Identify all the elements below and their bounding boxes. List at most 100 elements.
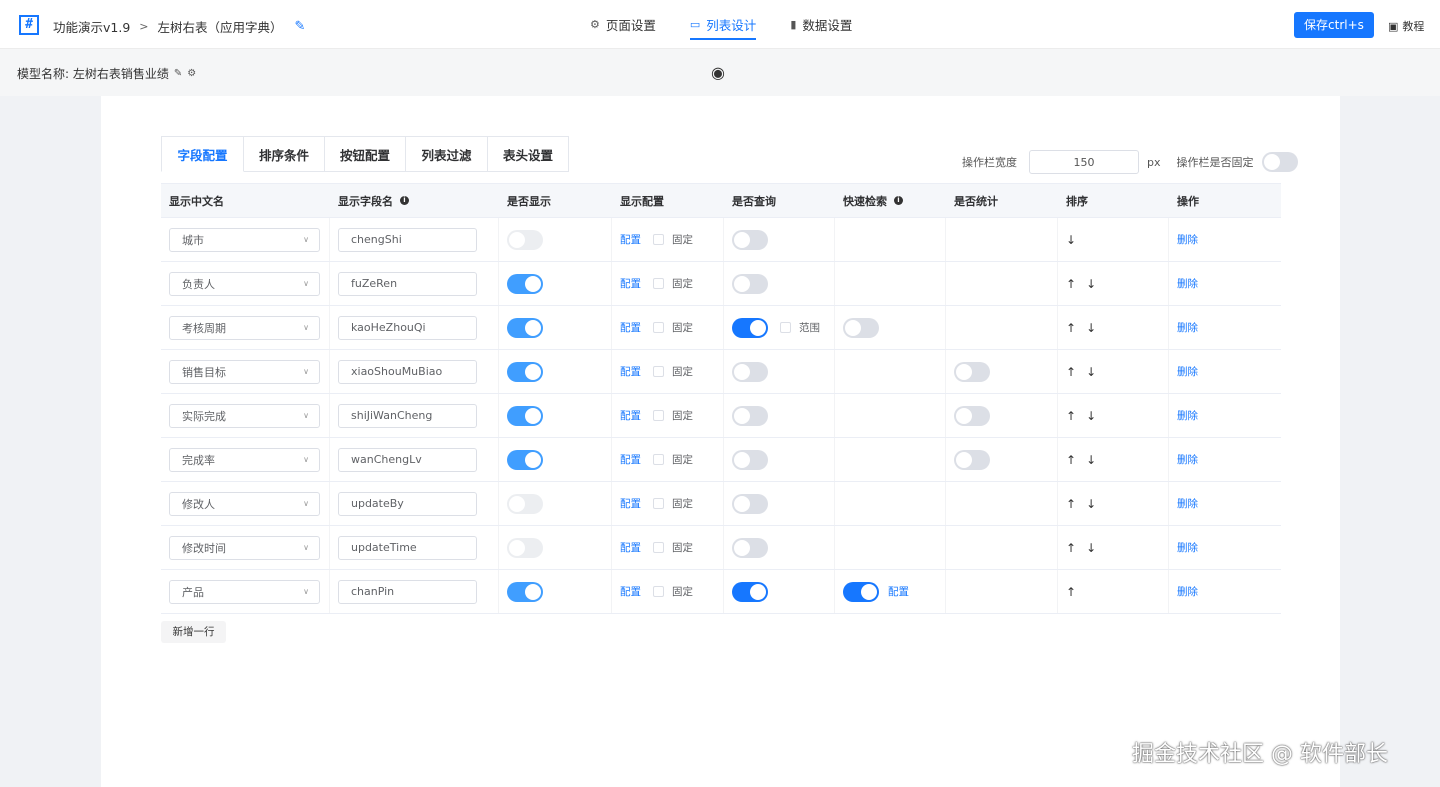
fixed-checkbox[interactable] <box>653 322 664 333</box>
cn-name-select[interactable]: 修改人 ∨ <box>169 491 320 516</box>
field-name-input[interactable]: chanPin <box>338 579 477 604</box>
breadcrumb-app[interactable]: 功能演示v1.9 <box>53 17 130 36</box>
arrow-up-icon[interactable]: ↑ <box>1066 365 1076 379</box>
query-toggle[interactable] <box>732 449 768 470</box>
config-link[interactable]: 配置 <box>620 452 641 467</box>
query-toggle[interactable] <box>732 317 768 338</box>
delete-link[interactable]: 删除 <box>1177 276 1198 291</box>
fixed-checkbox[interactable] <box>653 410 664 421</box>
query-toggle[interactable] <box>732 581 768 602</box>
query-toggle[interactable] <box>732 537 768 558</box>
config-link[interactable]: 配置 <box>620 320 641 335</box>
fixed-checkbox[interactable] <box>653 498 664 509</box>
tab-button-config[interactable]: 按钮配置 <box>325 136 406 172</box>
cn-name-select[interactable]: 负责人 ∨ <box>169 271 320 296</box>
delete-link[interactable]: 删除 <box>1177 232 1198 247</box>
field-name-input[interactable]: wanChengLv <box>338 447 477 472</box>
stat-toggle[interactable] <box>954 405 990 426</box>
delete-link[interactable]: 删除 <box>1177 584 1198 599</box>
fixed-checkbox[interactable] <box>653 542 664 553</box>
config-link[interactable]: 配置 <box>620 496 641 511</box>
info-icon[interactable]: i <box>400 196 409 205</box>
info-icon[interactable]: i <box>894 196 903 205</box>
field-name-input[interactable]: chengShi <box>338 227 477 252</box>
delete-link[interactable]: 删除 <box>1177 320 1198 335</box>
tab-list-filter[interactable]: 列表过滤 <box>406 136 488 172</box>
fixed-checkbox[interactable] <box>653 278 664 289</box>
fixed-checkbox[interactable] <box>653 454 664 465</box>
eye-icon[interactable]: ◉ <box>711 63 725 82</box>
arrow-up-icon[interactable]: ↑ <box>1066 541 1076 555</box>
op-fixed-toggle[interactable] <box>1261 152 1298 172</box>
show-toggle[interactable] <box>507 581 543 602</box>
query-toggle[interactable] <box>732 405 768 426</box>
show-toggle[interactable] <box>507 405 543 426</box>
app-logo-icon[interactable]: # <box>19 15 39 35</box>
tutorial-link[interactable]: ▣ 教程 <box>1388 18 1424 34</box>
stat-toggle[interactable] <box>954 361 990 382</box>
tab-header-settings[interactable]: 表头设置 <box>488 136 569 172</box>
arrow-up-icon[interactable]: ↑ <box>1066 277 1076 291</box>
field-name-input[interactable]: fuZeRen <box>338 271 477 296</box>
config-link[interactable]: 配置 <box>620 364 641 379</box>
query-toggle[interactable] <box>732 493 768 514</box>
arrow-down-icon[interactable]: ↓ <box>1086 541 1096 555</box>
fixed-checkbox[interactable] <box>653 586 664 597</box>
cn-name-select[interactable]: 销售目标 ∨ <box>169 359 320 384</box>
delete-link[interactable]: 删除 <box>1177 452 1198 467</box>
quick-config-link[interactable]: 配置 <box>888 584 909 599</box>
nav-page-settings[interactable]: ⚙ 页面设置 <box>590 0 656 48</box>
nav-data-settings[interactable]: ▮ 数据设置 <box>790 0 852 48</box>
config-link[interactable]: 配置 <box>620 540 641 555</box>
field-name-input[interactable]: xiaoShouMuBiao <box>338 359 477 384</box>
show-toggle[interactable] <box>507 273 543 294</box>
arrow-down-icon[interactable]: ↓ <box>1086 277 1096 291</box>
cn-name-select[interactable]: 产品 ∨ <box>169 579 320 604</box>
delete-link[interactable]: 删除 <box>1177 540 1198 555</box>
arrow-down-icon[interactable]: ↓ <box>1066 233 1076 247</box>
arrow-up-icon[interactable]: ↑ <box>1066 321 1076 335</box>
arrow-down-icon[interactable]: ↓ <box>1086 497 1096 511</box>
config-link[interactable]: 配置 <box>620 408 641 423</box>
quick-search-toggle[interactable] <box>843 581 879 602</box>
show-toggle[interactable] <box>507 317 543 338</box>
edit-icon[interactable]: ✎ <box>295 19 306 34</box>
cn-name-select[interactable]: 修改时间 ∨ <box>169 535 320 560</box>
nav-list-design[interactable]: ▭ 列表设计 <box>689 0 757 48</box>
query-toggle[interactable] <box>732 229 768 250</box>
arrow-up-icon[interactable]: ↑ <box>1066 409 1076 423</box>
arrow-up-icon[interactable]: ↑ <box>1066 497 1076 511</box>
range-checkbox[interactable] <box>780 322 791 333</box>
field-name-input[interactable]: kaoHeZhouQi <box>338 315 477 340</box>
cn-name-select[interactable]: 实际完成 ∨ <box>169 403 320 428</box>
field-name-input[interactable]: updateBy <box>338 491 477 516</box>
op-width-input[interactable] <box>1029 150 1139 174</box>
add-row-button[interactable]: 新增一行 <box>161 621 226 643</box>
edit-icon[interactable]: ✎ <box>174 68 182 79</box>
stat-toggle[interactable] <box>954 449 990 470</box>
cn-name-select[interactable]: 考核周期 ∨ <box>169 315 320 340</box>
save-button[interactable]: 保存ctrl+s <box>1294 12 1374 38</box>
arrow-down-icon[interactable]: ↓ <box>1086 321 1096 335</box>
query-toggle[interactable] <box>732 273 768 294</box>
show-toggle[interactable] <box>507 361 543 382</box>
arrow-down-icon[interactable]: ↓ <box>1086 453 1096 467</box>
arrow-down-icon[interactable]: ↓ <box>1086 409 1096 423</box>
delete-link[interactable]: 删除 <box>1177 408 1198 423</box>
fixed-checkbox[interactable] <box>653 366 664 377</box>
config-link[interactable]: 配置 <box>620 276 641 291</box>
cn-name-select[interactable]: 城市 ∨ <box>169 227 320 252</box>
quick-search-toggle[interactable] <box>843 317 879 338</box>
field-name-input[interactable]: shiJiWanCheng <box>338 403 477 428</box>
tab-field-config[interactable]: 字段配置 <box>161 136 244 172</box>
tab-sort-conditions[interactable]: 排序条件 <box>244 136 325 172</box>
show-toggle[interactable] <box>507 449 543 470</box>
fixed-checkbox[interactable] <box>653 234 664 245</box>
config-link[interactable]: 配置 <box>620 584 641 599</box>
gear-icon[interactable]: ⚙ <box>187 68 196 79</box>
arrow-up-icon[interactable]: ↑ <box>1066 585 1076 599</box>
arrow-up-icon[interactable]: ↑ <box>1066 453 1076 467</box>
config-link[interactable]: 配置 <box>620 232 641 247</box>
field-name-input[interactable]: updateTime <box>338 535 477 560</box>
delete-link[interactable]: 删除 <box>1177 496 1198 511</box>
